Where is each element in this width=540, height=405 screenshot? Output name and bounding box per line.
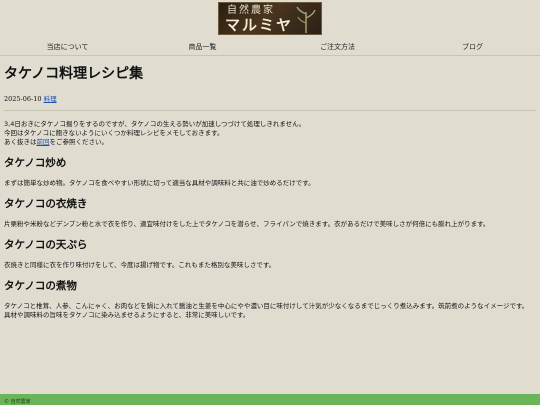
site-logo: 自然農家 マルミヤ <box>218 2 322 35</box>
section-line: 具材や調味料の旨味をタケノコに染み込ませるようにすると、非常に美味しいです。 <box>4 311 250 319</box>
section-text: 衣焼きと同様に衣を作り味付けをして、今度は揚げ物です。これもまた格別な美味しさで… <box>4 261 276 269</box>
intro-suffix: をご参照ください。 <box>49 138 109 146</box>
footer-text: © 自然農家 <box>4 399 31 405</box>
section-heading: タケノコの煮物 <box>4 280 77 292</box>
intro-prefix: あく抜きは <box>4 138 37 146</box>
article: タケノコ料理レシピ集 2025-06-10 料理 3,4日おきにタケノコ掘りをす… <box>4 62 536 320</box>
article-divider <box>4 110 536 111</box>
article-date: 2025-06-10 <box>4 95 42 103</box>
previous-post-link[interactable]: 前回 <box>37 138 50 146</box>
main-nav: 当店について 商品一覧 ご注文方法 ブログ <box>0 40 540 54</box>
section-text: 片栗粉や米粉などデンプン粉と水で衣を作り、適宜味付けをした上でタケノコを潜らせ、… <box>4 220 490 228</box>
article-meta: 2025-06-10 料理 <box>4 94 536 105</box>
nav-link-ordering[interactable]: ご注文方法 <box>270 40 405 54</box>
article-title: タケノコ料理レシピ集 <box>4 66 144 82</box>
nav-link-blog[interactable]: ブログ <box>405 40 540 54</box>
bamboo-sprig-icon <box>296 6 316 33</box>
section-line: タケノコと椎茸、人参、こんにゃく、お肉などを鍋に入れて醤油と生姜を中心にやや濃い… <box>4 302 529 310</box>
site-footer: © 自然農家 <box>0 394 540 405</box>
logo-line-2: マルミヤ <box>225 16 294 34</box>
intro-line: 今回はタケノコに飽きないようにいくつか料理レシピをメモしておきます。 <box>4 129 224 137</box>
article-intro: 3,4日おきにタケノコ掘りをするのですが、タケノコの生える勢いが加速しつづけて処… <box>4 120 536 147</box>
nav-divider <box>0 55 540 56</box>
category-link[interactable]: 料理 <box>44 95 57 103</box>
section-heading: タケノコ炒め <box>4 157 67 169</box>
section-heading: タケノコの衣焼き <box>4 198 88 210</box>
site-logo-link[interactable]: 自然農家 マルミヤ <box>218 2 322 35</box>
section-heading: タケノコの天ぷら <box>4 239 88 251</box>
nav-link-products[interactable]: 商品一覧 <box>135 40 270 54</box>
section-text: タケノコと椎茸、人参、こんにゃく、お肉などを鍋に入れて醤油と生姜を中心にやや濃い… <box>4 302 536 320</box>
intro-line: 3,4日おきにタケノコ掘りをするのですが、タケノコの生える勢いが加速しつづけて処… <box>4 120 306 128</box>
nav-link-about[interactable]: 当店について <box>0 40 135 54</box>
intro-line-with-link: あく抜きは前回をご参照ください。 <box>4 138 536 147</box>
section-text: まずは簡単な炒め物。タケノコを食べやすい形状に切って適当な具材や調味料と共に油で… <box>4 179 315 187</box>
